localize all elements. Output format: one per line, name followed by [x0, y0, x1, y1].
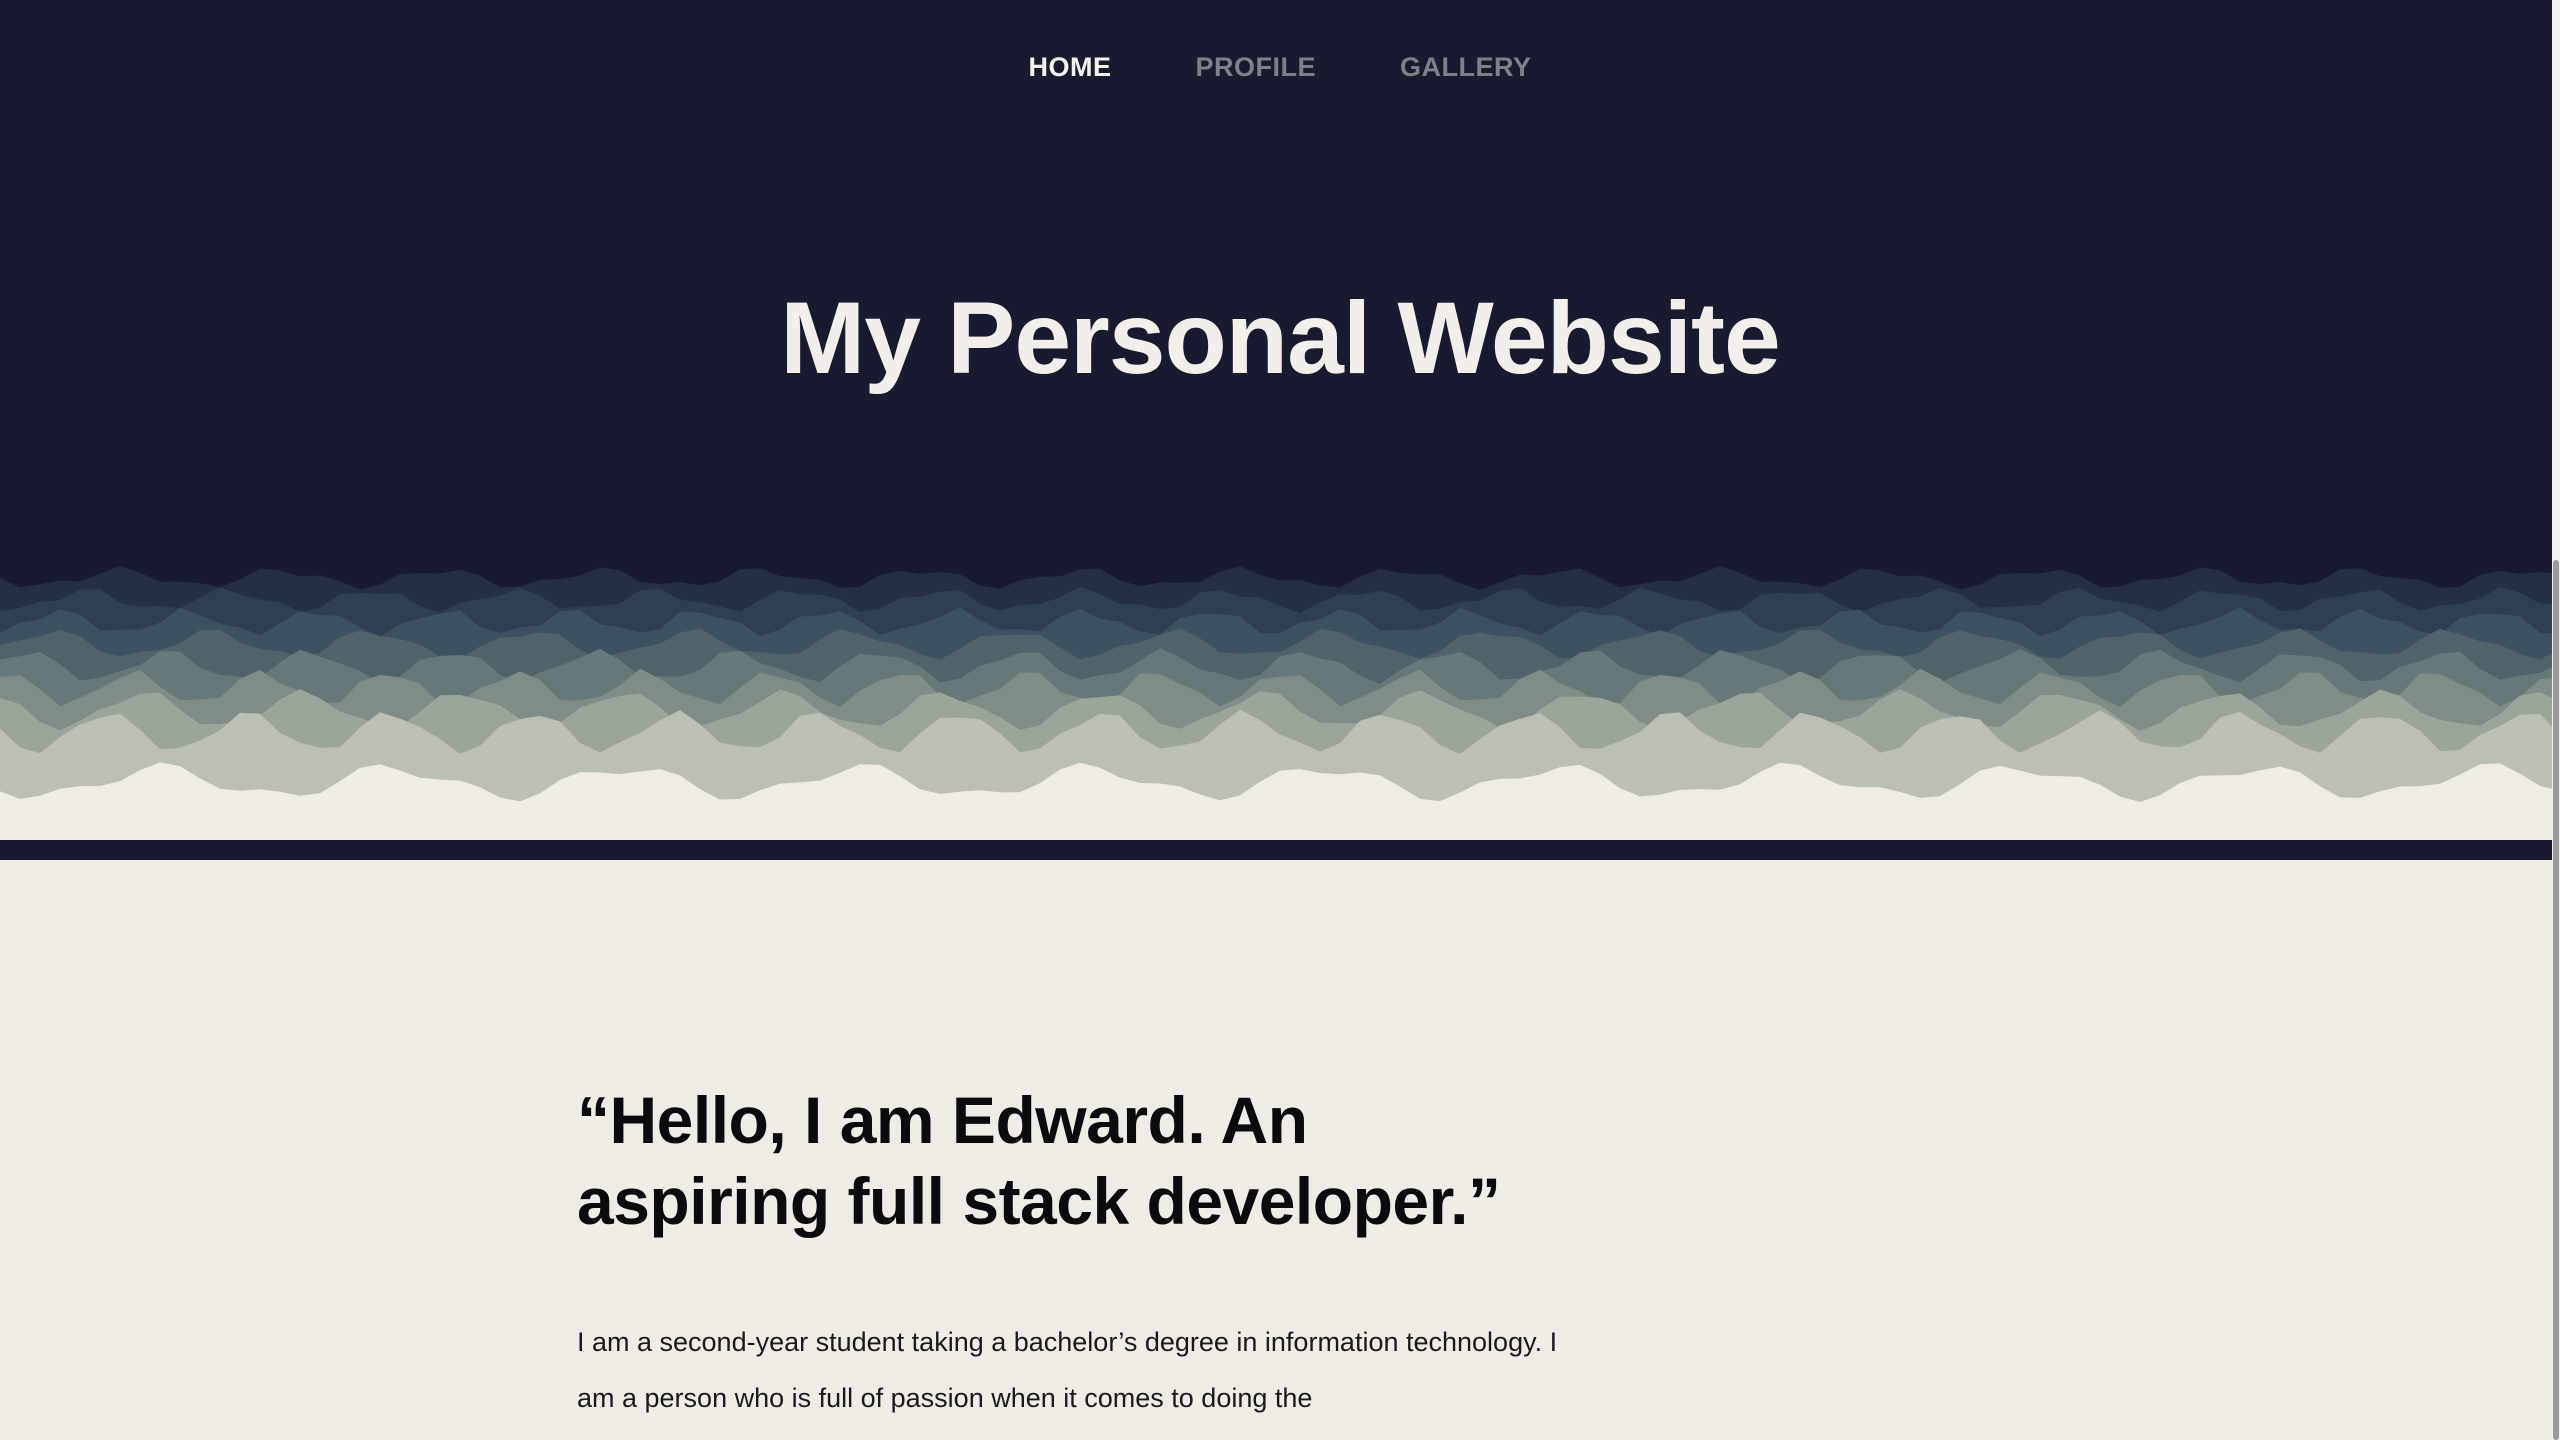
nav-home-link[interactable]: HOME — [1028, 52, 1111, 83]
intro-section: “Hello, I am Edward. An aspiring full st… — [577, 1080, 1577, 1426]
nav-gallery-link[interactable]: GALLERY — [1400, 52, 1532, 83]
site-title: My Personal Website — [780, 281, 1780, 395]
page: HOME PROFILE GALLERY My Personal Website… — [0, 0, 2560, 1440]
scrollbar-thumb[interactable] — [2553, 560, 2559, 1440]
intro-bio: I am a second-year student taking a bach… — [577, 1327, 1558, 1413]
wave-divider — [0, 566, 2560, 840]
page-scrollbar[interactable] — [2552, 0, 2560, 1440]
intro-quote: “Hello, I am Edward. An aspiring full st… — [577, 1083, 1501, 1238]
nav-profile-link[interactable]: PROFILE — [1195, 52, 1316, 83]
main-nav: HOME PROFILE GALLERY — [0, 52, 2560, 83]
wave-layers — [0, 566, 2560, 840]
